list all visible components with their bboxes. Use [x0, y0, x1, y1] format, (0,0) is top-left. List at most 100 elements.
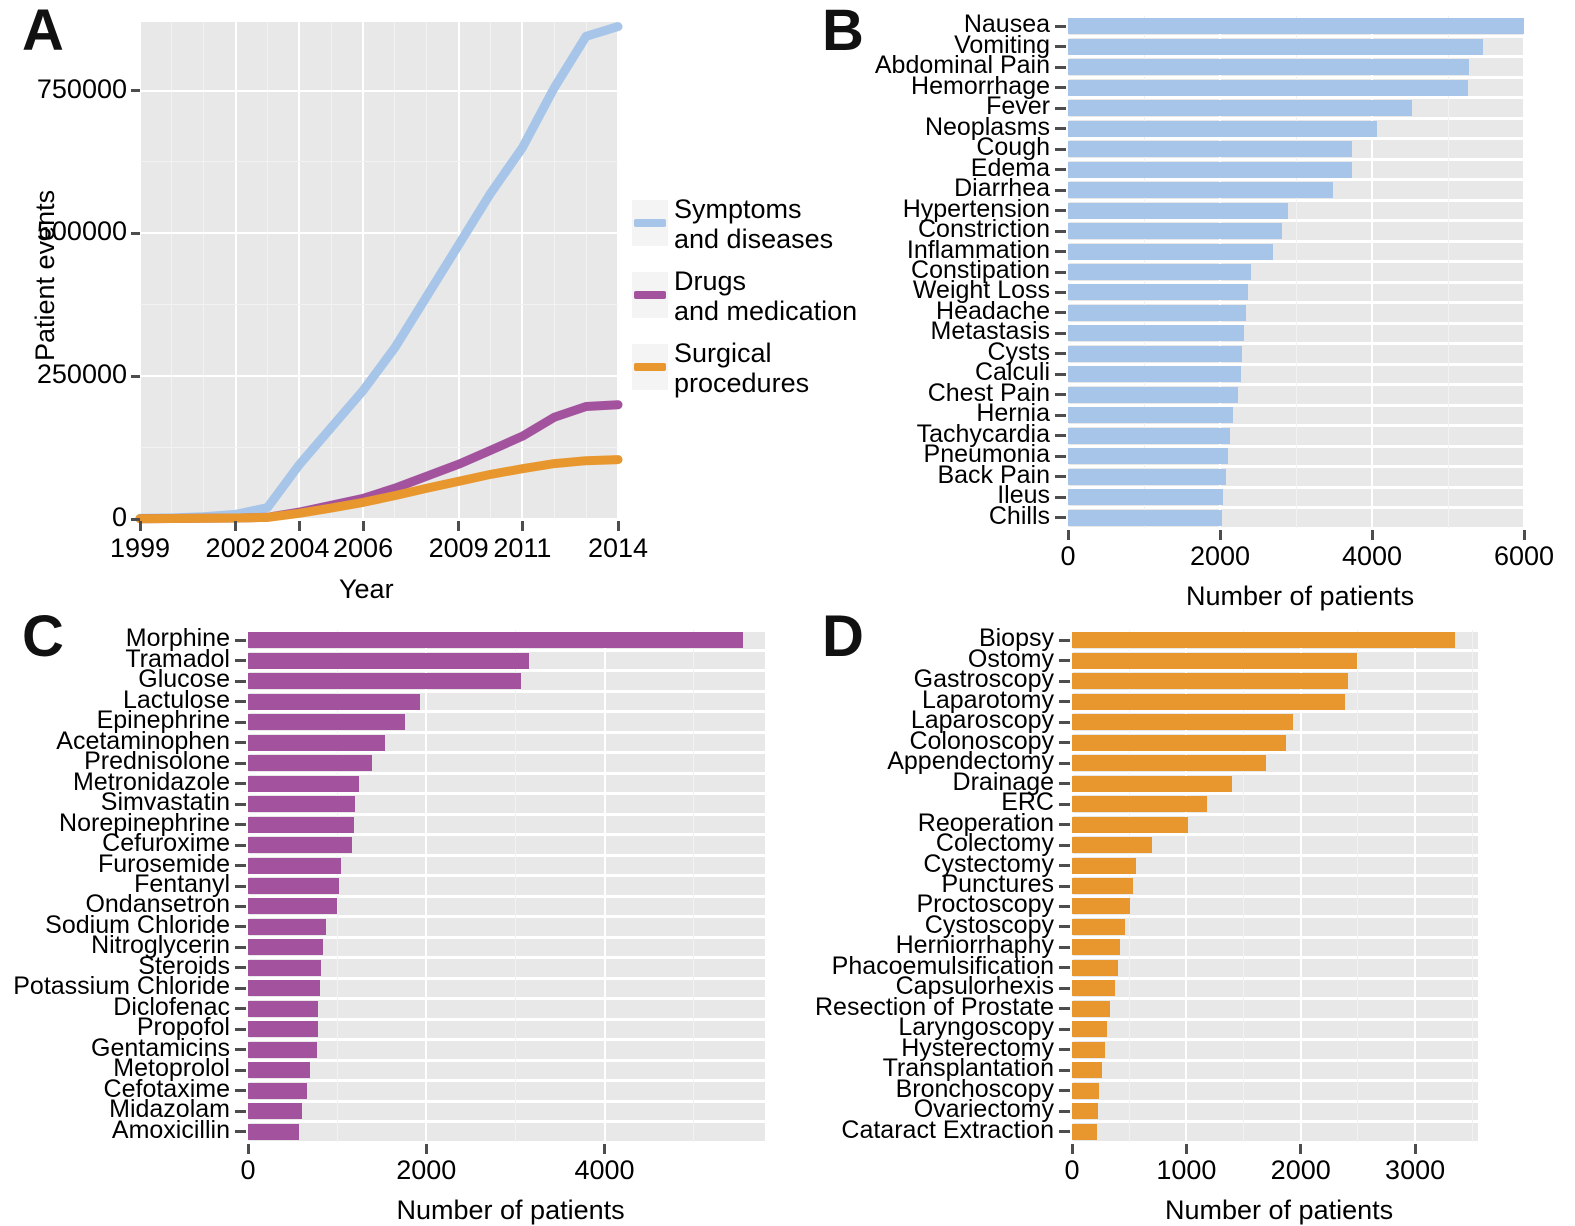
bar — [1068, 386, 1239, 403]
x-tick-label: 2000 — [1270, 1155, 1331, 1185]
bar — [1072, 632, 1456, 649]
gridline-horizontal — [248, 792, 765, 796]
x-tickmark — [1522, 530, 1526, 540]
panel-c-bar-chart: C Morphine Tramadol Glucose Lactulose Epinep… — [0, 600, 790, 1225]
gridline-horizontal — [248, 689, 765, 693]
y-tickmark — [1055, 24, 1066, 28]
y-tickmark — [235, 1027, 246, 1031]
bar — [1072, 1000, 1110, 1017]
y-axis-title: Patient events — [30, 189, 60, 361]
bar — [1068, 38, 1483, 55]
y-tickmark — [235, 1109, 246, 1113]
y-tickmark — [1055, 45, 1066, 49]
bar — [1072, 898, 1131, 915]
y-tickmark — [1055, 290, 1066, 294]
bar — [248, 693, 421, 710]
gridline-horizontal — [248, 1058, 765, 1062]
bar — [1068, 18, 1524, 35]
bar — [1068, 489, 1224, 506]
gridline-horizontal — [1072, 771, 1478, 775]
legend-color-swatch — [634, 219, 666, 227]
gridline-horizontal — [248, 648, 765, 652]
legend-label-line1: Drugs — [674, 266, 747, 296]
x-tickmark — [424, 1144, 428, 1154]
bar — [248, 918, 327, 935]
y-tickmark — [235, 761, 246, 765]
y-tickmark — [1055, 434, 1066, 438]
x-tickmark — [520, 521, 524, 531]
bar — [1068, 243, 1274, 260]
x-tickmark — [246, 1144, 250, 1154]
y-tick-label: 750000 — [36, 73, 127, 104]
bar — [248, 775, 359, 792]
x-tick-label: 0 — [240, 1155, 256, 1185]
bar — [248, 816, 355, 833]
gridline-horizontal — [1072, 1017, 1478, 1021]
gridline-vertical — [1414, 630, 1417, 1142]
bar — [1068, 59, 1469, 76]
bar — [1068, 79, 1468, 96]
y-tickmark — [235, 823, 246, 827]
bar — [1068, 161, 1353, 178]
legend-label-line1: Symptoms — [674, 194, 802, 224]
y-tickmark — [1059, 1130, 1070, 1134]
bar — [248, 898, 338, 915]
gridline-horizontal — [1072, 792, 1478, 796]
gridline-horizontal — [248, 730, 765, 734]
y-tickmark — [235, 986, 246, 990]
y-tickmark — [235, 679, 246, 683]
y-tickmark — [1059, 720, 1070, 724]
bar — [1068, 304, 1246, 321]
y-tickmark — [235, 1048, 246, 1052]
gridline-horizontal — [1072, 1038, 1478, 1042]
gridline-horizontal — [1072, 1079, 1478, 1083]
gridline-horizontal — [1072, 935, 1478, 939]
y-tickmark — [1059, 966, 1070, 970]
y-tickmark — [235, 1130, 246, 1134]
bar — [1072, 1062, 1102, 1079]
bar — [1068, 325, 1245, 342]
bar — [1068, 427, 1230, 444]
y-tickmark — [1059, 1089, 1070, 1093]
y-tickmark — [1059, 1007, 1070, 1011]
y-tickmark — [1059, 659, 1070, 663]
bar — [1072, 1021, 1108, 1038]
y-tickmark — [1055, 86, 1066, 90]
gridline-horizontal — [248, 812, 765, 816]
x-tick-label: 4000 — [574, 1155, 635, 1185]
y-tick-label: 250000 — [36, 359, 127, 390]
y-tickmark — [1055, 331, 1066, 335]
bar — [1072, 673, 1348, 690]
gridline-horizontal — [1072, 730, 1478, 734]
y-tickmark — [1059, 782, 1070, 786]
y-tickmark — [235, 741, 246, 745]
bar — [1072, 857, 1137, 874]
bar — [1072, 1082, 1100, 1099]
y-tickmark — [1059, 802, 1070, 806]
bar — [248, 1082, 307, 1099]
gridline-vertical — [425, 630, 428, 1142]
bar-category-label: Amoxicillin — [111, 1115, 230, 1144]
y-tickmark — [235, 966, 246, 970]
gridline-horizontal — [248, 1038, 765, 1042]
y-tickmark — [1055, 413, 1066, 417]
bar — [248, 755, 372, 772]
y-tickmark — [1059, 986, 1070, 990]
panel-a-line-chart: A 0 250000 500000 750000 1999 2002 2004 2006 200… — [0, 0, 857, 605]
gridline-horizontal — [248, 628, 765, 632]
y-tickmark — [1055, 516, 1066, 520]
gridline-horizontal — [248, 710, 765, 714]
x-tick-label: 0 — [1064, 1155, 1080, 1185]
bar — [1068, 182, 1334, 199]
x-tick-label: 2000 — [396, 1155, 457, 1185]
gridline-horizontal — [1072, 669, 1478, 673]
y-tickmark — [1059, 945, 1070, 949]
x-tickmark — [1299, 1144, 1303, 1154]
x-tickmark — [1218, 530, 1222, 540]
x-tick-label: 3000 — [1385, 1155, 1446, 1185]
bar — [248, 796, 355, 813]
y-tickmark — [1059, 1109, 1070, 1113]
bar — [1072, 959, 1118, 976]
panel-b-bar-chart: B Nausea Vomiting Abdominal Pain Hemorrhage… — [790, 0, 1575, 612]
bar — [1072, 1123, 1098, 1140]
